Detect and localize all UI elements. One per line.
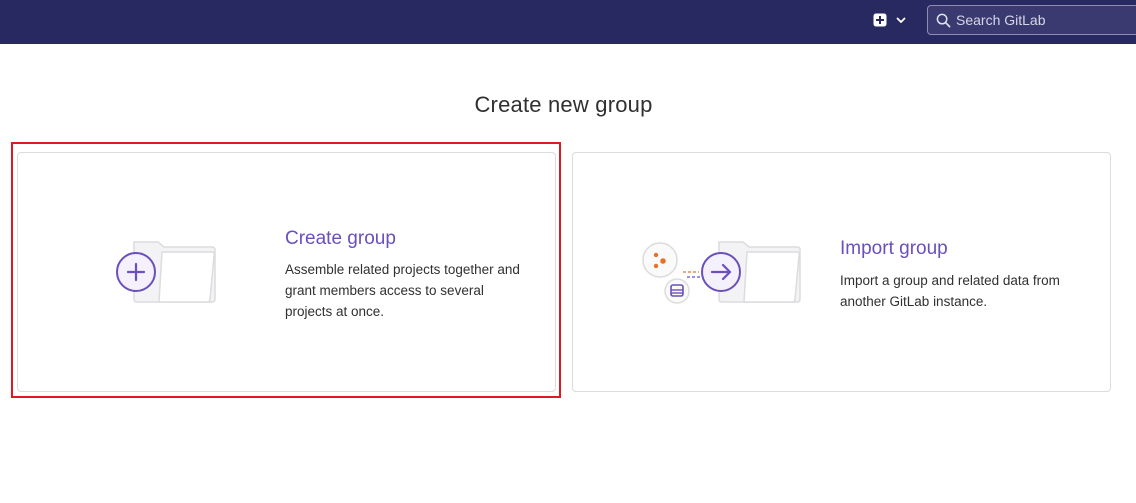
search-input[interactable]: Search GitLab (927, 5, 1136, 35)
import-group-title[interactable]: Import group (840, 238, 948, 260)
search-icon (936, 13, 951, 27)
search-placeholder: Search GitLab (956, 12, 1046, 28)
import-group-illustration (642, 241, 801, 304)
gitlab-instance-icon (642, 242, 678, 278)
database-icon (664, 278, 690, 304)
import-group-description: Import a group and related data from ano… (840, 273, 1060, 309)
new-menu-dropdown[interactable] (873, 9, 907, 31)
plus-square-icon (873, 13, 887, 27)
import-group-panel[interactable]: Import group Import a group and related … (572, 152, 1111, 392)
top-navbar: Search GitLab (0, 0, 1136, 44)
page-title: Create new group (474, 92, 653, 117)
chevron-down-icon (896, 17, 906, 23)
selection-highlight (11, 142, 561, 398)
connector-dashes (683, 271, 701, 278)
arrow-right-circle-icon (701, 252, 741, 292)
